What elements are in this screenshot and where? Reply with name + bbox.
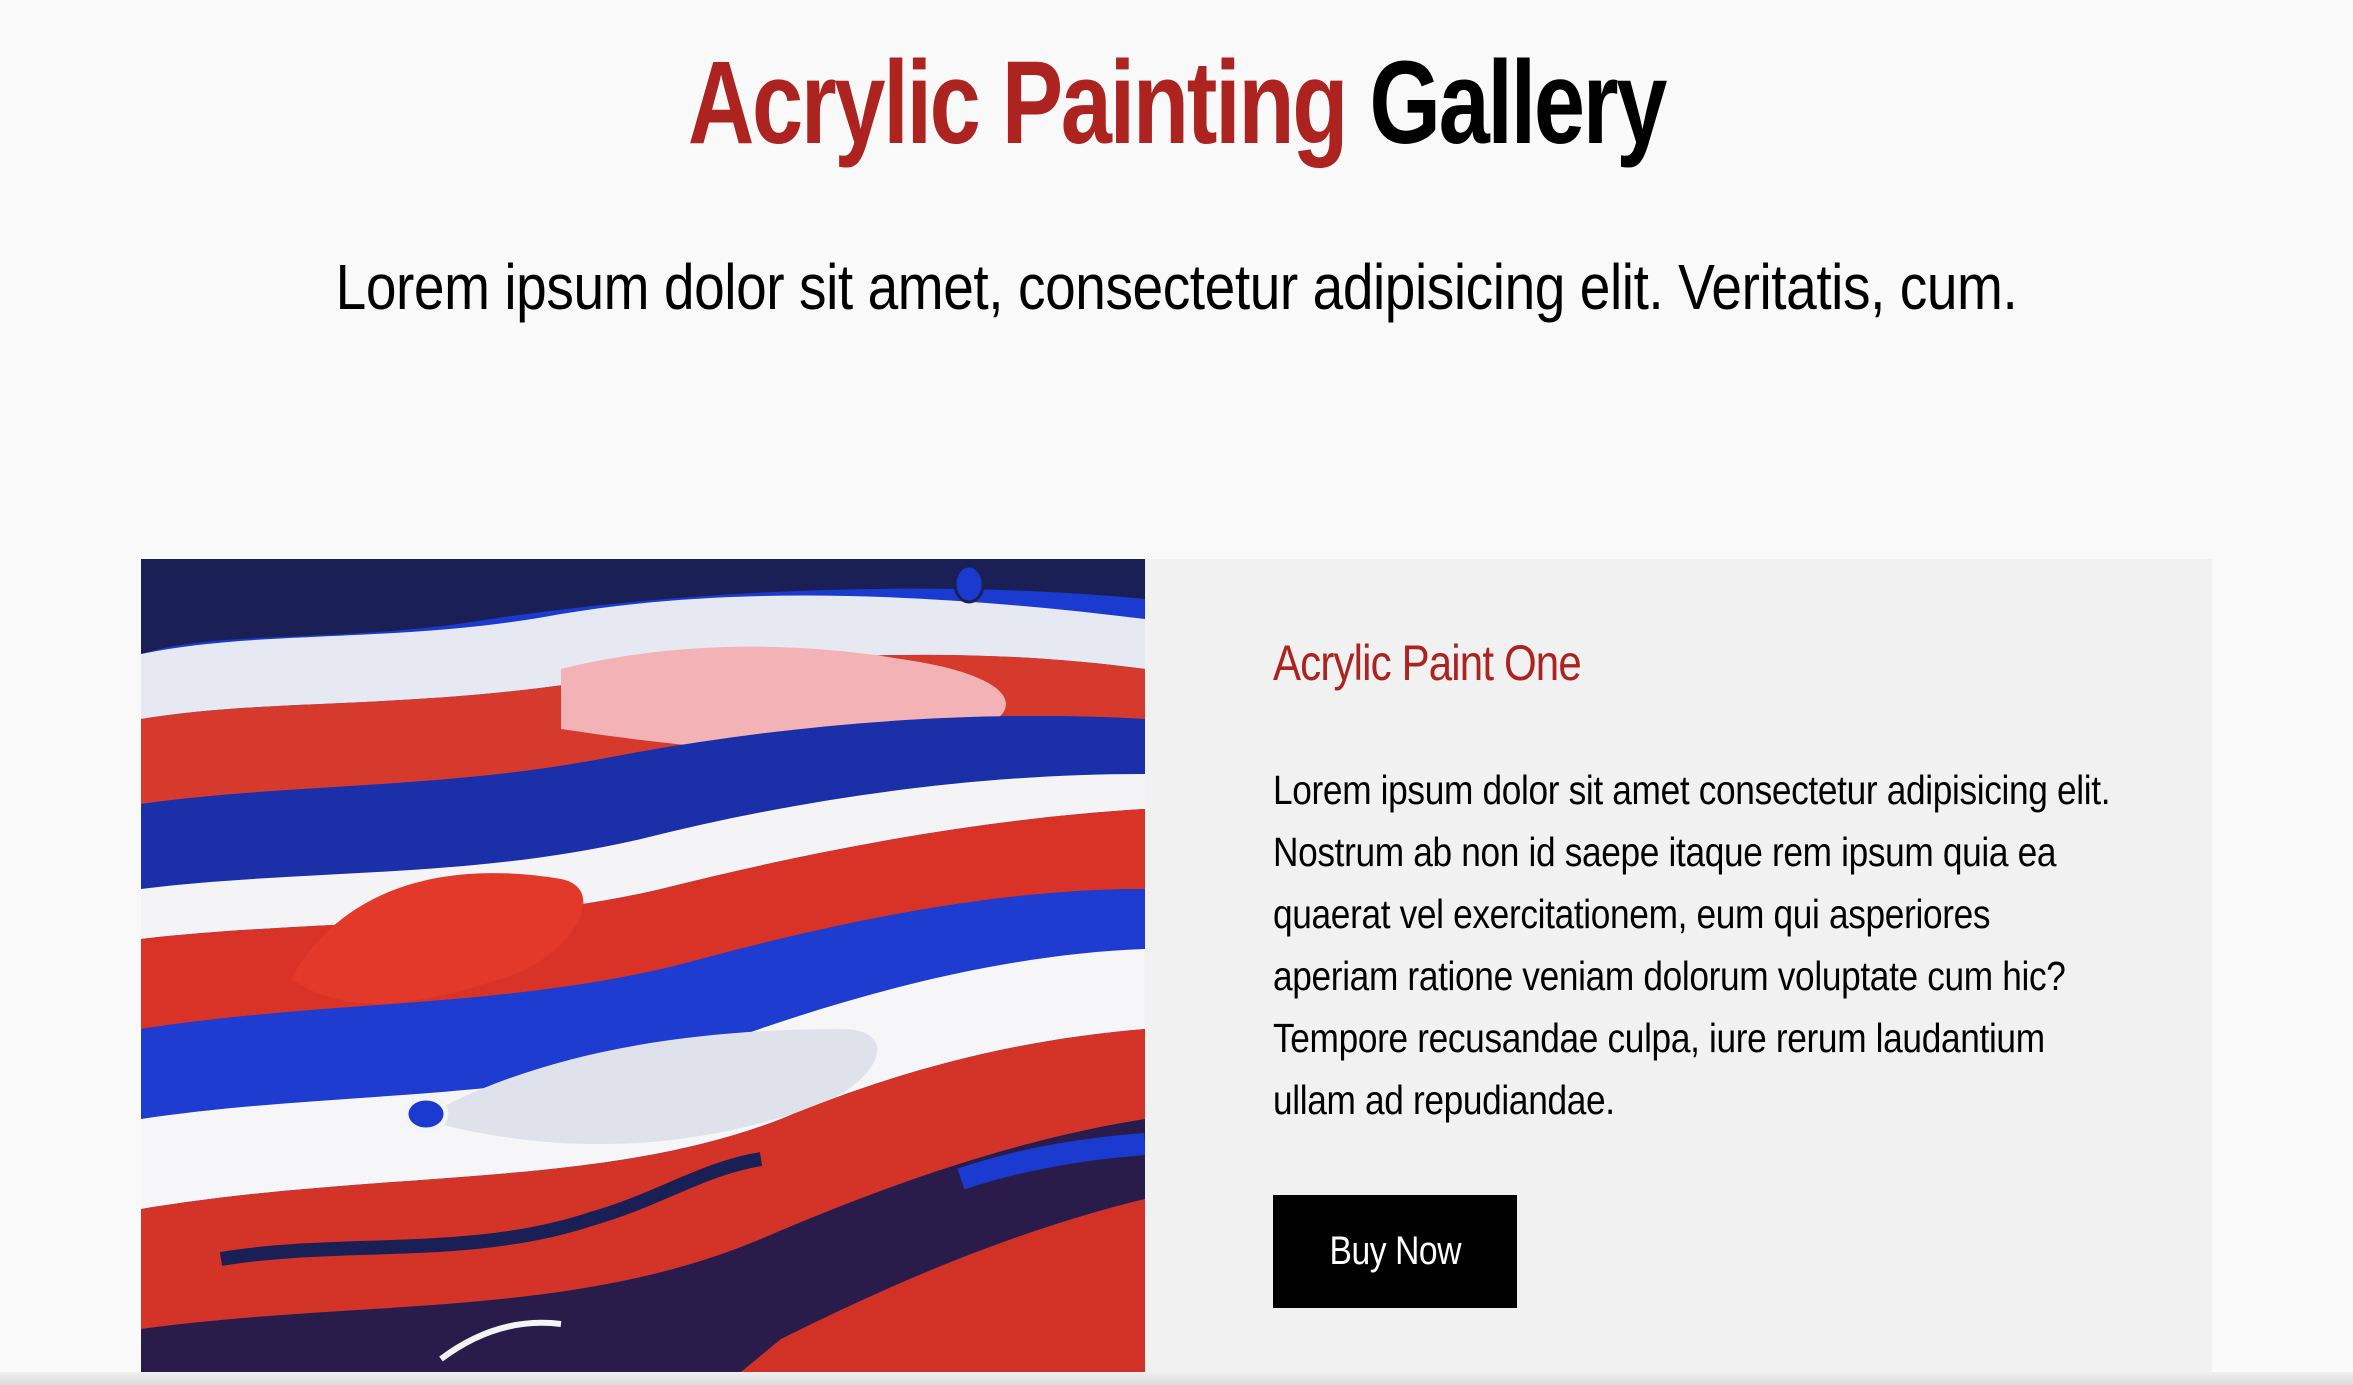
card-body: Acrylic Paint One Lorem ipsum dolor sit … bbox=[1273, 559, 2153, 1372]
page-title-accent: Acrylic Painting bbox=[687, 37, 1349, 169]
card-title: Acrylic Paint One bbox=[1273, 635, 1582, 691]
page-title: Acrylic Painting Gallery bbox=[259, 28, 2094, 178]
page-subtitle: Lorem ipsum dolor sit amet, consectetur … bbox=[335, 251, 2018, 323]
buy-now-button[interactable]: Buy Now bbox=[1273, 1195, 1517, 1308]
buy-now-button-label: Buy Now bbox=[1329, 1229, 1461, 1273]
acrylic-paint-pour-image bbox=[141, 559, 1145, 1372]
page-title-main: Gallery bbox=[1369, 37, 1667, 169]
card-description: Lorem ipsum dolor sit amet consectetur a… bbox=[1273, 767, 2111, 1123]
gallery-card: Acrylic Paint One Lorem ipsum dolor sit … bbox=[141, 559, 2212, 1372]
painting-artwork bbox=[141, 559, 1145, 1372]
viewport-bottom-edge bbox=[0, 1372, 2353, 1385]
